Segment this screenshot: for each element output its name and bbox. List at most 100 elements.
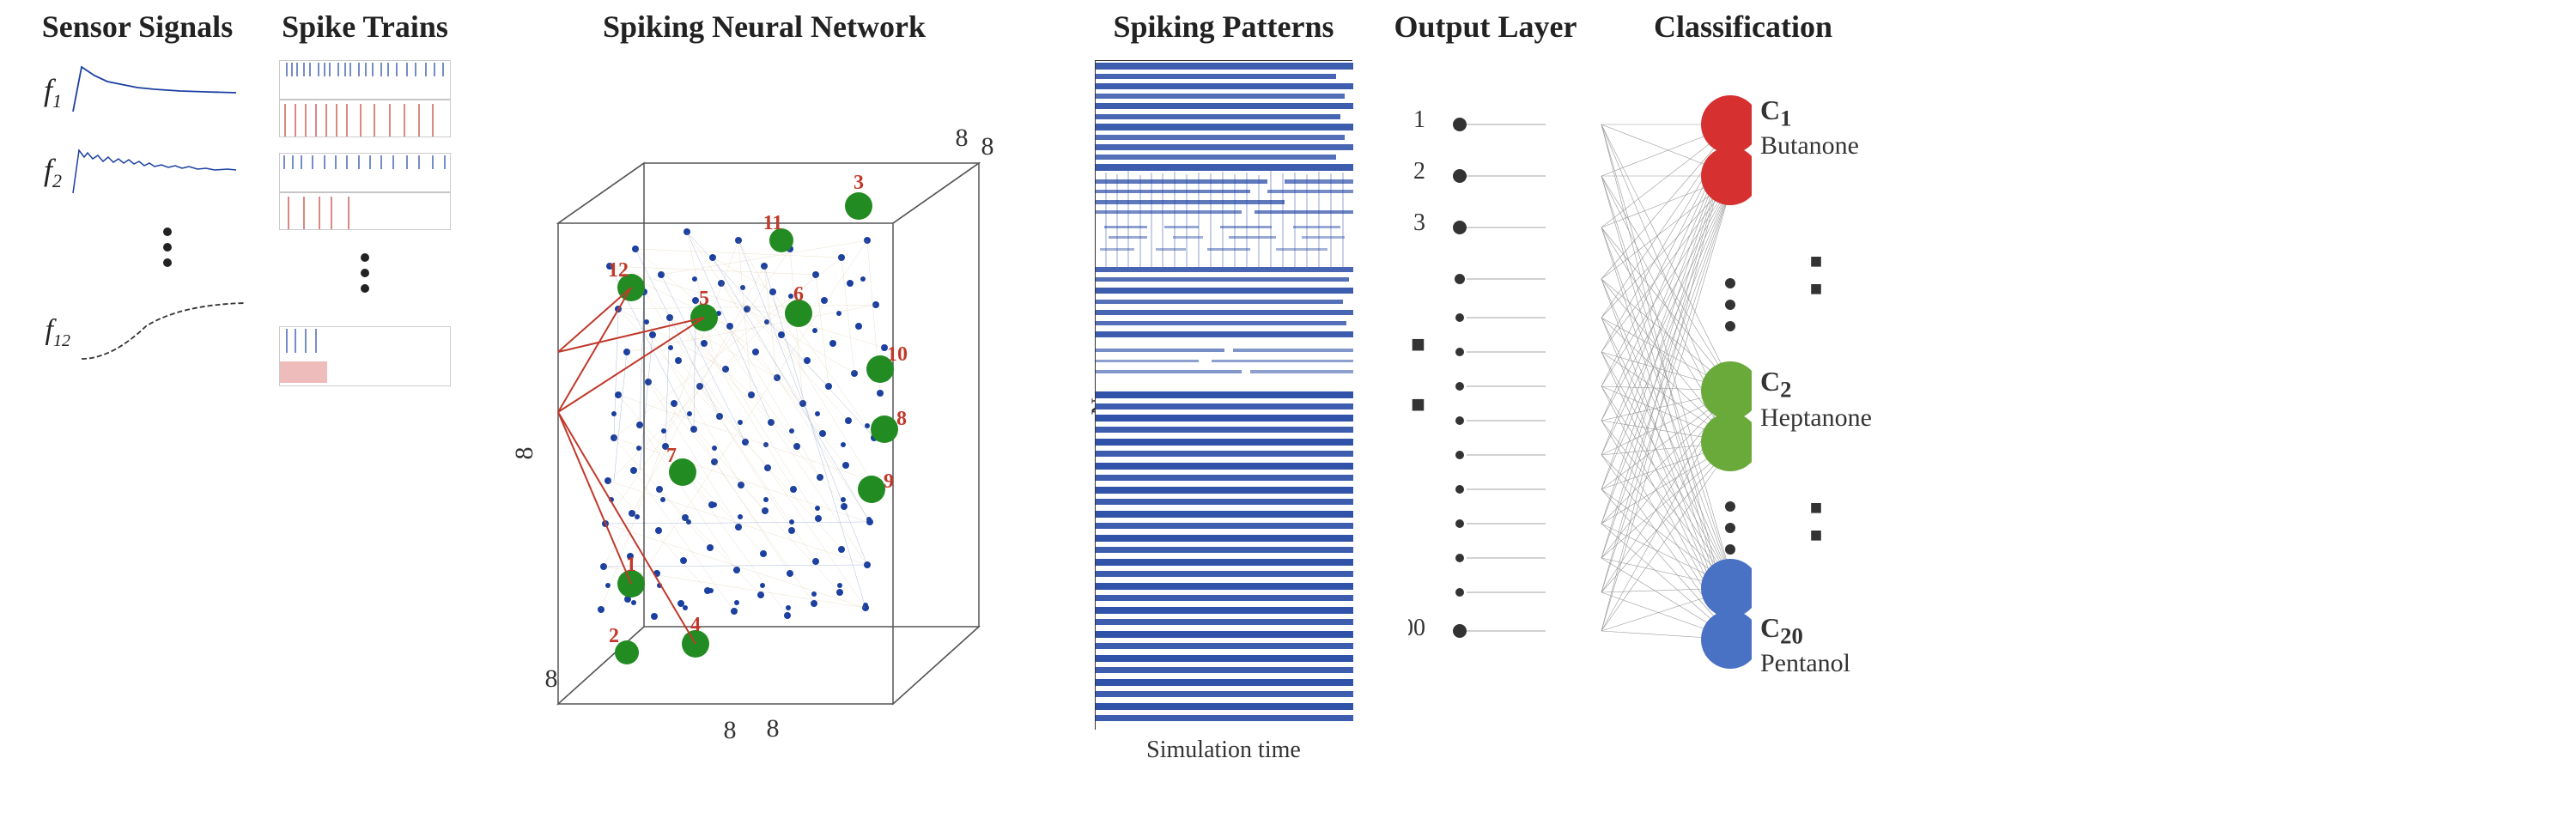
spike-panel-2 <box>279 153 451 230</box>
spike-svg-2 <box>280 154 451 230</box>
class-dot-5 <box>1725 523 1735 533</box>
spike-dot1 <box>361 253 369 262</box>
sensor-dots <box>77 224 258 270</box>
out-neuron-1 <box>1453 118 1467 131</box>
class-dot-4 <box>1725 501 1735 512</box>
out-neuron-8 <box>1455 416 1464 425</box>
out-neuron-12 <box>1455 554 1464 562</box>
class-c1-label: C1 Butanone <box>1760 94 1872 161</box>
out-neuron-7 <box>1455 382 1464 391</box>
class-c1-id: C1 <box>1760 94 1872 131</box>
class-circle-c2-1 <box>1701 361 1752 420</box>
snn-diagram: 8 8 8 <box>481 52 1048 755</box>
classification-title: Classification <box>1654 9 1832 45</box>
class-dot-2 <box>1725 300 1735 310</box>
signal-label-f2: f2 <box>17 152 69 192</box>
main-container: Sensor Signals f1 f2 <box>0 0 2576 837</box>
out-neuron-10 <box>1455 485 1464 494</box>
dot3 <box>163 258 172 267</box>
out-label-3: 3 <box>1413 209 1425 236</box>
spike-svg-3 <box>280 327 451 386</box>
class-c2-id: C2 <box>1760 366 1872 403</box>
simulation-time-label: Simulation time <box>1095 737 1352 764</box>
class-circle-c20-1 <box>1701 559 1752 617</box>
class-circle-c20-2 <box>1701 610 1752 669</box>
signal-rows: f1 f2 f12 <box>17 60 258 380</box>
neuron-9 <box>858 476 885 503</box>
out-label-dot2: ■ <box>1411 391 1425 418</box>
svg-text:6: 6 <box>793 283 804 306</box>
snn-svg: 8 8 8 <box>481 52 1048 755</box>
svg-text:8: 8 <box>956 124 969 152</box>
patterns-wrapper: Neurons <box>1095 60 1352 764</box>
class-c2-name: Heptanone <box>1760 403 1872 433</box>
svg-text:3: 3 <box>854 172 864 194</box>
signal-row-f1: f1 <box>17 60 258 124</box>
signal-row-f12: f12 <box>17 300 258 365</box>
class-c2-label: C2 Heptanone <box>1760 366 1872 432</box>
svg-text:10: 10 <box>887 343 908 366</box>
out-label-2: 2 <box>1413 158 1425 185</box>
svg-text:1: 1 <box>626 554 636 576</box>
snn-title: Spiking Neural Network <box>603 9 926 45</box>
class-dots-upper: ■ ■ <box>1760 251 1872 301</box>
svg-text:9: 9 <box>884 470 894 493</box>
signal-row-f2: f2 <box>17 140 258 204</box>
class-c20-name: Pentanol <box>1760 649 1872 678</box>
class-dot-1 <box>1725 278 1735 288</box>
class-c20-id: C20 <box>1760 612 1872 649</box>
class-dot-6 <box>1725 544 1735 555</box>
svg-text:8: 8 <box>724 716 737 744</box>
axis-y-label: 8 <box>545 664 558 693</box>
output-svg: 1 2 3 ■ ■ 200 <box>1408 52 1563 721</box>
out-neuron-6 <box>1455 348 1464 356</box>
svg-text:12: 12 <box>608 259 629 282</box>
spike-dot3 <box>361 284 369 293</box>
spike-svg-1 <box>280 61 451 137</box>
class-dots-lower: ■ ■ <box>1760 497 1872 548</box>
spike-panel-3 <box>279 326 451 386</box>
output-layer-title: Output Layer <box>1394 9 1577 45</box>
class-circle-c2-2 <box>1701 413 1752 471</box>
output-diagram: 1 2 3 ■ ■ 200 <box>1408 52 1563 721</box>
class-c20-label: C20 Pentanol <box>1760 612 1872 678</box>
axis-z-label: 8 <box>981 132 994 161</box>
class-circle-c1-2 <box>1701 147 1752 205</box>
dot1 <box>163 227 172 236</box>
svg-text:11: 11 <box>763 212 783 234</box>
classification-diagram: C1 Butanone ■ ■ C2 Heptanone ■ ■ C20 P <box>1597 52 1889 721</box>
out-neuron-13 <box>1455 588 1464 597</box>
classification-section: Classification <box>1589 9 1898 721</box>
svg-text:5: 5 <box>699 288 709 310</box>
sensor-signals-section: Sensor Signals f1 f2 <box>17 9 258 380</box>
output-connections <box>1467 124 1546 631</box>
spike-dots <box>361 250 369 296</box>
dot2 <box>163 243 172 252</box>
patterns-title: Spiking Patterns <box>1113 9 1334 45</box>
out-label-dot1: ■ <box>1411 331 1425 358</box>
out-neuron-3 <box>1453 221 1467 234</box>
patterns-diagram <box>1095 60 1352 730</box>
signal-graph-f1 <box>69 60 240 124</box>
patterns-section: Spiking Patterns Neurons <box>1073 9 1374 764</box>
signal-label-f12: f12 <box>17 314 77 351</box>
svg-text:2: 2 <box>609 625 619 647</box>
signal-graph-f2 <box>69 140 240 204</box>
svg-text:8: 8 <box>896 408 907 430</box>
class-label-list: C1 Butanone ■ ■ C2 Heptanone ■ ■ C20 P <box>1760 52 1872 721</box>
signal-label-f1: f1 <box>17 72 69 112</box>
sensor-signals-title: Sensor Signals <box>42 9 233 45</box>
axis-x-label: 8 <box>767 714 780 743</box>
spike-trains-title: Spike Trains <box>282 9 448 45</box>
out-neuron-11 <box>1455 519 1464 528</box>
spike-dot2 <box>361 269 369 277</box>
out-label-1: 1 <box>1413 106 1425 133</box>
signal-graph-f12 <box>77 300 249 365</box>
svg-text:8: 8 <box>510 447 538 460</box>
classification-connections-svg <box>1597 52 1752 721</box>
class-c1-name: Butanone <box>1760 131 1872 161</box>
class-dot-3 <box>1725 321 1735 331</box>
out-neuron-2 <box>1453 169 1467 183</box>
neuron-3 <box>845 192 872 220</box>
out-label-200: 200 <box>1408 615 1425 641</box>
